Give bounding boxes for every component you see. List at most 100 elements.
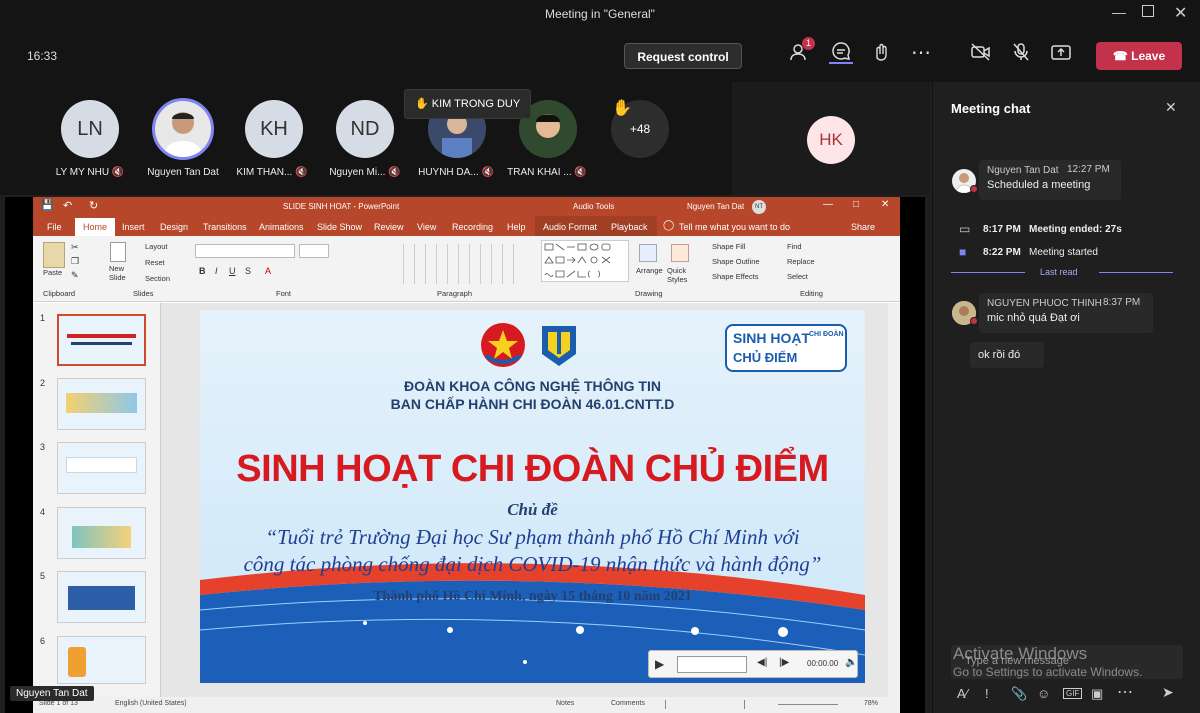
more-options-icon[interactable]: ⋯ [909, 40, 933, 64]
leave-button[interactable]: ☎ Leave [1096, 42, 1182, 70]
italic-icon[interactable]: I [215, 266, 218, 276]
arrange-icon[interactable] [639, 244, 657, 262]
close-chat-icon[interactable]: ✕ [1165, 99, 1177, 116]
vertical-scrollbar[interactable] [888, 303, 900, 697]
layout-button[interactable]: Layout [145, 242, 168, 251]
tab-home[interactable]: Home [75, 218, 116, 237]
share-button[interactable]: Share [851, 222, 875, 232]
tab-design[interactable]: Design [160, 222, 188, 232]
maximize-icon[interactable] [1142, 5, 1154, 17]
play-icon[interactable]: ▶ [655, 657, 664, 671]
tab-recording[interactable]: Recording [452, 222, 493, 232]
tab-file[interactable]: File [47, 222, 62, 232]
strikethrough-icon[interactable]: S [245, 266, 251, 276]
shapes-gallery[interactable] [541, 240, 629, 282]
main-slide[interactable]: SINH HOẠT CHỦ ĐIỂM CHI ĐOÀN ĐOÀN KHOA CÔ… [200, 310, 865, 683]
quick-styles-icon[interactable] [671, 244, 689, 262]
zoom-slider[interactable] [778, 704, 838, 705]
emoji-icon[interactable]: ☺ [1037, 686, 1050, 701]
avatar[interactable]: HK [807, 116, 855, 164]
participant-name: HUYNH DA... 🔇 [406, 167, 506, 178]
ppt-maximize-icon[interactable]: □ [853, 199, 859, 210]
redo-icon[interactable]: ↻ [89, 199, 98, 212]
priority-icon[interactable]: ! [985, 686, 989, 701]
sticker-icon[interactable]: ▣ [1091, 686, 1103, 702]
tab-view[interactable]: View [417, 222, 436, 232]
slide-thumbnail[interactable] [57, 571, 146, 623]
copy-icon[interactable]: ❐ [71, 256, 79, 267]
fast-forward-icon[interactable]: |▶ [779, 657, 789, 668]
font-color-icon[interactable]: A [265, 266, 271, 276]
slide-thumbnail[interactable] [57, 378, 146, 430]
save-icon[interactable]: 💾 [41, 200, 53, 211]
reset-button[interactable]: Reset [145, 258, 165, 267]
paragraph-controls[interactable] [393, 244, 523, 284]
shape-fill-button[interactable]: Shape Fill [712, 242, 745, 251]
select-button[interactable]: Select [787, 272, 808, 281]
font-name-select[interactable] [195, 244, 295, 258]
tab-animations[interactable]: Animations [259, 222, 304, 232]
replace-button[interactable]: Replace [787, 257, 815, 266]
reactions-icon[interactable] [869, 40, 893, 64]
comments-button[interactable]: Comments [611, 700, 645, 707]
shape-outline-button[interactable]: Shape Outline [712, 257, 760, 266]
format-icon[interactable]: A⁄ [957, 686, 968, 701]
avatar[interactable]: KH [245, 100, 303, 158]
audio-player[interactable]: ▶ ◀​| |▶ 00:00.00 🔈 [648, 650, 858, 678]
avatar[interactable]: LN [61, 100, 119, 158]
format-painter-icon[interactable]: ✎ [71, 270, 79, 281]
undo-icon[interactable]: ↶ [63, 199, 72, 212]
find-button[interactable]: Find [787, 242, 802, 251]
ppt-minimize-icon[interactable]: — [823, 199, 833, 210]
shape-effects-button[interactable]: Shape Effects [712, 272, 759, 281]
participants-icon[interactable]: 1 [789, 37, 815, 64]
slide-thumbnail[interactable] [57, 442, 146, 494]
share-tray-icon[interactable] [1049, 40, 1073, 64]
quick-styles-label[interactable]: Quick Styles [667, 266, 695, 284]
raised-hand-icon: ✋ [612, 100, 632, 117]
close-window-icon[interactable]: ✕ [1174, 3, 1187, 23]
chat-icon[interactable] [829, 40, 853, 64]
tab-review[interactable]: Review [374, 222, 404, 232]
slide-thumbnail[interactable] [57, 636, 146, 684]
tab-help[interactable]: Help [507, 222, 526, 232]
slide-thumbnail[interactable] [57, 314, 146, 366]
mic-off-icon[interactable] [1009, 40, 1033, 64]
attach-icon[interactable]: 📎 [1011, 686, 1027, 702]
audio-progress-bar[interactable] [677, 656, 747, 673]
tab-audio-format[interactable]: Audio Format [543, 222, 597, 232]
cut-icon[interactable]: ✂ [71, 242, 79, 253]
participant-name-text: KIM THAN... [236, 167, 293, 178]
new-slide-label[interactable]: New Slide [109, 264, 131, 282]
lightbulb-icon: ◯ [663, 220, 675, 231]
paste-label[interactable]: Paste [43, 268, 62, 277]
send-icon[interactable]: ➤ [1162, 684, 1174, 701]
section-button[interactable]: Section [145, 274, 170, 283]
slide-thumbnail[interactable] [57, 507, 146, 559]
bold-icon[interactable]: B [199, 266, 206, 276]
more-actions-icon[interactable]: ⋯ [1117, 682, 1133, 702]
ppt-close-icon[interactable]: ✕ [881, 199, 889, 210]
underline-icon[interactable]: U [229, 266, 236, 276]
avatar-photo[interactable] [152, 98, 214, 160]
tab-playback[interactable]: Playback [611, 222, 648, 232]
arrange-label[interactable]: Arrange [636, 266, 663, 275]
tab-slide-show[interactable]: Slide Show [317, 222, 362, 232]
rewind-icon[interactable]: ◀​| [757, 657, 767, 668]
new-slide-icon[interactable] [110, 242, 126, 262]
camera-off-icon[interactable] [969, 40, 993, 64]
request-control-button[interactable]: Request control [624, 43, 742, 69]
font-size-select[interactable] [299, 244, 329, 258]
paste-icon[interactable] [43, 242, 65, 268]
tab-transitions[interactable]: Transitions [203, 222, 247, 232]
minimize-icon[interactable]: — [1112, 4, 1126, 20]
tab-insert[interactable]: Insert [122, 222, 145, 232]
tell-me-search[interactable]: Tell me what you want to do [679, 222, 790, 232]
avatar[interactable]: ND [336, 100, 394, 158]
user-avatar: NT [752, 200, 766, 214]
notes-button[interactable]: Notes [556, 700, 574, 707]
group-slides: Slides [133, 289, 154, 298]
view-buttons[interactable] [665, 700, 745, 709]
volume-icon[interactable]: 🔈 [845, 657, 857, 668]
gif-icon[interactable]: GIF [1063, 688, 1083, 699]
